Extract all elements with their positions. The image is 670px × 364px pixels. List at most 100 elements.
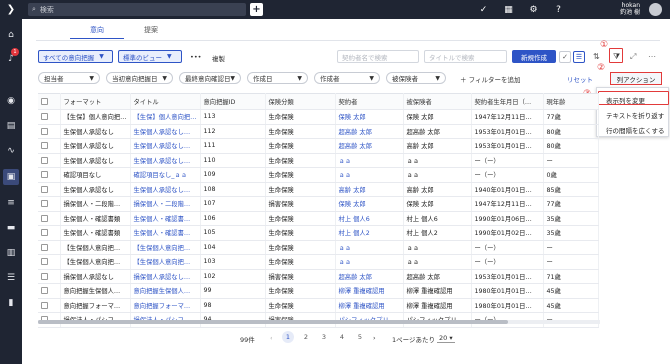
table-row[interactable]: 確認項目なし 確認項目なし_ａａ 109 生命保険 ａａ ａａ ー（ー） 0歳 [38,167,599,183]
filter-chip-created[interactable]: 作成日 ▼ [247,72,308,84]
document-icon[interactable]: ▤ [3,118,19,134]
help-icon[interactable]: ? [552,3,565,16]
select-all-checkbox[interactable] [41,97,48,105]
tab-proposal[interactable]: 提案 [124,25,178,39]
app-logo-icon[interactable]: ❯ [0,0,22,19]
table-row[interactable]: 生保個人承認なし 生保個人承認なし… 108 生命保険 高齢 太郎 高齢 太郎 1940年0… [38,182,599,197]
column-header[interactable]: 現年齢 [543,93,599,110]
row-checkbox[interactable] [41,214,48,222]
search-input[interactable]: 検索 [40,5,54,15]
table-cell[interactable]: 意向把握生保個人… [130,283,201,299]
row-select-cell[interactable] [38,254,61,270]
folder-icon[interactable]: ▬ [3,220,19,236]
tab-intent[interactable]: 意向 [70,25,124,39]
column-header[interactable]: 保険分類 [265,93,336,110]
row-select-cell[interactable] [38,298,61,313]
new-create-button[interactable]: 新規作成 [512,50,556,63]
table-cell[interactable]: ａａ [335,167,404,183]
table-cell[interactable]: 生保個人・確認書… [130,225,201,241]
more-button[interactable]: ••• [190,53,202,61]
global-search[interactable]: ⌕ 検索 [28,3,246,16]
row-select-cell[interactable] [38,283,61,299]
table-cell[interactable]: 超高齢 太郎 [335,138,404,154]
table-row[interactable]: 生保個人承認なし 生保個人承認なし… 110 生命保険 ａａ ａａ ー（ー）ー [38,153,599,168]
view-all-dropdown[interactable]: すべての意向把握 ▼ [38,50,113,63]
row-checkbox[interactable] [41,301,48,309]
more-options-icon[interactable]: ⋯ [648,52,656,61]
table-cell[interactable]: 保険 太郎 [335,109,404,125]
person-icon[interactable]: ◉ [3,93,19,109]
reset-link[interactable]: リセット [567,74,593,84]
contractor-search-input[interactable]: 契約者名で検索 [337,50,419,63]
title-search-input[interactable]: タイトルで検索 [424,50,507,63]
table-cell[interactable]: 生保個人承認なし… [130,182,201,197]
table-row[interactable]: 生保個人承認なし 生保個人承認なし… 111 生命保険 超高齢 太郎 高齢 太郎 1953年… [38,138,599,154]
select-all-cell[interactable] [38,93,61,110]
home-icon[interactable]: ⌂ [3,27,19,43]
menu-item-row-spacing[interactable]: 行の間隔を広くする [606,125,665,135]
page-3[interactable]: 3 [318,331,330,343]
row-select-cell[interactable] [38,225,61,241]
table-row[interactable]: 損保個人・二段階… 損保個人・二段階… 107 損害保険 保険 太郎 保険 太郎 1947年… [38,196,599,212]
row-checkbox[interactable] [41,272,48,280]
check-circle-icon[interactable]: ✓ [477,3,490,16]
row-select-cell[interactable] [38,109,61,125]
table-cell[interactable]: ａａ [335,153,404,168]
table-cell[interactable]: 損保個人・二段階… [130,196,201,212]
row-checkbox[interactable] [41,287,48,294]
table-row[interactable]: 【生保】個人意向把… 【生保】個人意向把… 113 生命保険 保険 太郎 保険 太郎 194… [38,109,599,125]
row-select-cell[interactable] [38,167,61,183]
row-checkbox[interactable] [41,229,48,236]
copy-button[interactable]: 複製 [212,53,225,63]
filter-chip-insured[interactable]: 被保険者 ▼ [386,72,446,84]
table-cell[interactable]: ａａ [335,254,404,270]
chart-line-icon[interactable]: ∿ [3,143,19,159]
menu-item-wrap-text[interactable]: テキストを折り返す [606,110,664,120]
table-cell[interactable]: 柳澤 重複確認用 [335,298,404,313]
row-checkbox[interactable] [41,185,48,193]
column-header[interactable]: 被保険者 [403,93,472,110]
row-checkbox[interactable] [41,142,48,149]
table-row[interactable]: 意向把握生保個人… 意向把握生保個人… 99 生命保険 柳澤 重複確認用 柳澤 重複確認用… [38,283,599,299]
table-cell[interactable]: 高齢 太郎 [335,182,404,197]
row-checkbox[interactable] [41,156,48,164]
row-select-cell[interactable] [38,240,61,255]
sort-icon[interactable]: ⇅ [593,52,600,61]
table-row[interactable]: 意向把握フォーマ… 意向把握フォーマ… 98 生命保険 柳澤 重複確認用 柳澤 重複確認用… [38,298,599,313]
row-select-cell[interactable] [38,124,61,139]
user-info[interactable]: hokan 釣池 樹 [620,2,640,16]
column-header[interactable]: タイトル [130,93,201,110]
column-header[interactable]: 契約者 [335,93,404,110]
page-4[interactable]: 4 [336,331,348,343]
row-checkbox[interactable] [41,171,48,178]
table-row[interactable]: 生保個人・確認書類 生保個人・確認書… 106 生命保険 村上 個人6 村上 個人6 199… [38,211,599,226]
row-select-cell[interactable] [38,153,61,168]
row-select-cell[interactable] [38,211,61,226]
intent-icon[interactable]: ▣ [3,169,19,185]
table-row[interactable]: 【生保個人意向把… 【生保個人意向把… 103 生命保険 ａａ ａａ ー（ー）ー [38,254,599,270]
filter-chip-last-date[interactable]: 最終意向確認日 ▼ [179,72,241,84]
row-checkbox[interactable] [41,113,48,120]
filter-chip-owner[interactable]: 担当者 ▼ [38,72,100,84]
table-icon[interactable]: ▥ [3,245,19,261]
row-select-cell[interactable] [38,269,61,284]
expand-icon[interactable]: ⤢ [630,52,636,62]
row-select-cell[interactable] [38,138,61,154]
table-row[interactable]: 生保個人承認なし 生保個人承認なし… 112 生命保険 超高齢 太郎 超高齢 太郎 1953… [38,124,599,139]
column-action-button[interactable]: 列アクション [610,72,662,85]
row-checkbox[interactable] [41,243,48,251]
list-check-icon[interactable]: ≡ [3,195,19,211]
table-cell[interactable]: ａａ [335,240,404,255]
column-header[interactable]: 契約者生年月日（… [471,93,544,110]
table-cell[interactable]: 損保個人承認なし… [130,269,201,284]
page-2[interactable]: 2 [300,331,312,343]
bar-chart-icon[interactable]: ▮ [3,295,19,311]
list-view-icon[interactable]: ☰ [573,51,585,63]
table-cell[interactable]: 生保個人承認なし… [130,138,201,154]
next-page-icon[interactable]: › [373,334,376,342]
filter-chip-creator[interactable]: 作成者 ▼ [314,72,380,84]
table-cell[interactable]: 【生保】個人意向把… [130,109,201,125]
add-button[interactable]: + [250,3,263,16]
table-cell[interactable]: 生保個人承認なし… [130,124,201,139]
table-cell[interactable]: 生保個人・確認書… [130,211,201,226]
